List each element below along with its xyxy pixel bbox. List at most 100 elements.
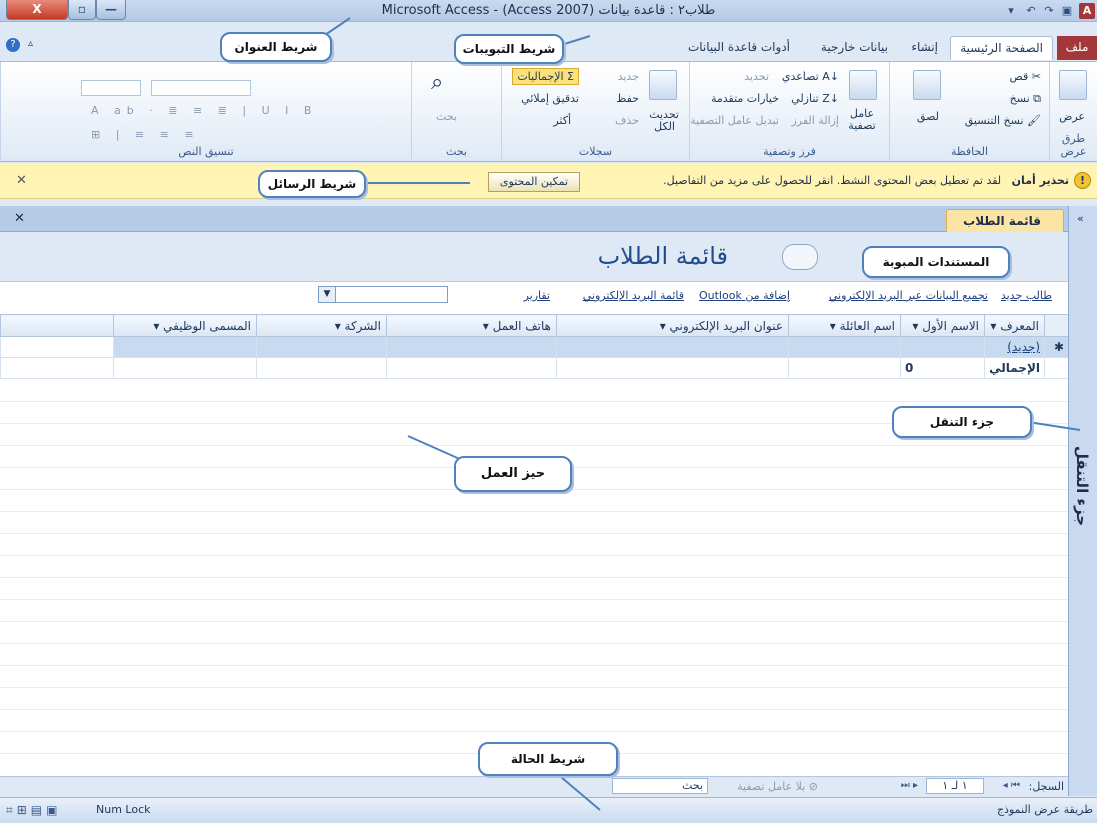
refresh-all-label[interactable]: الكل bbox=[654, 120, 675, 133]
remove-sort-button[interactable]: إزالة الفرز bbox=[791, 114, 839, 127]
status-view-text: طريقة عرض النموذج bbox=[996, 803, 1093, 816]
document-tabs: ✕ قائمة الطلاب bbox=[0, 206, 1068, 232]
column-header-company[interactable]: الشركة ▾ bbox=[256, 314, 387, 337]
format-painter-button[interactable]: 🖌 نسخ التنسيق bbox=[965, 114, 1041, 127]
datasheet: المعرف ▾ الاسم الأول ▾ اسم العائلة ▾ عنو… bbox=[0, 314, 1068, 764]
refresh-icon[interactable] bbox=[649, 70, 677, 100]
column-header-work-phone[interactable]: هاتف العمل ▾ bbox=[386, 314, 557, 337]
link-collect-email[interactable]: تجميع البيانات عبر البريد الإلكتروني bbox=[829, 289, 988, 302]
total-value: 0 bbox=[900, 357, 985, 379]
new-record-cell[interactable]: (جديد) bbox=[984, 336, 1045, 358]
enable-content-button[interactable]: تمكين المحتوى bbox=[488, 172, 580, 192]
group-label-clipboard: الحافظة bbox=[950, 145, 989, 158]
align-buttons[interactable]: ⊞ | ≡ ≡ ≡ bbox=[91, 128, 200, 141]
filter-icon[interactable] bbox=[849, 70, 877, 100]
callout-nav-pane: جزء التنقل bbox=[892, 406, 1032, 438]
first-record-icon[interactable]: ⏮ ◂ bbox=[1003, 780, 1020, 791]
navigation-pane[interactable]: « جزء التنقل bbox=[1068, 206, 1097, 796]
close-message-icon[interactable]: ✕ bbox=[16, 173, 27, 188]
save-icon[interactable]: ▣ bbox=[1059, 3, 1075, 19]
select-all-cell[interactable] bbox=[1044, 314, 1068, 337]
font-family-select[interactable] bbox=[151, 80, 251, 96]
callout-tabs-bar: شريط التبويبات bbox=[454, 34, 564, 64]
column-header-email[interactable]: عنوان البريد الإلكتروني ▾ bbox=[556, 314, 789, 337]
save-record-button[interactable]: حفظ bbox=[616, 92, 639, 105]
callout-status-bar: شريط الحالة bbox=[478, 742, 618, 776]
find-button[interactable]: بحث bbox=[436, 110, 457, 123]
font-size-select[interactable] bbox=[81, 80, 141, 96]
doctab-students[interactable]: قائمة الطلاب bbox=[946, 209, 1064, 232]
sort-descending-icon: ↓Z bbox=[818, 92, 839, 105]
search-input[interactable]: بحث bbox=[612, 778, 708, 794]
no-filter-button[interactable]: ⊘ بلا عامل تصفية bbox=[737, 780, 818, 793]
binoculars-icon[interactable]: ⌕ bbox=[431, 70, 459, 100]
table-row-new[interactable]: ✱ (جديد) bbox=[0, 336, 1068, 358]
message-text: تحذير أمان لقد تم تعطيل بعض المحتوى النش… bbox=[663, 174, 1069, 187]
format-painter-icon: 🖌 bbox=[1023, 114, 1041, 127]
group-label-views: طرق عرض bbox=[1060, 132, 1087, 158]
close-document-icon[interactable]: ✕ bbox=[14, 211, 25, 226]
form-title: قائمة الطلاب bbox=[597, 242, 728, 270]
column-header-id[interactable]: المعرف ▾ bbox=[984, 314, 1045, 337]
record-position-input[interactable]: ١ لـ ١ bbox=[926, 778, 984, 794]
reports-combo[interactable]: ▼ bbox=[318, 286, 448, 303]
column-header-last-name[interactable]: اسم العائلة ▾ bbox=[788, 314, 901, 337]
link-reports[interactable]: تقارير bbox=[524, 289, 550, 302]
total-label: الإجمالي bbox=[984, 357, 1045, 379]
tab-file[interactable]: ملف bbox=[1057, 36, 1097, 60]
callout-work-area: حيز العمل bbox=[454, 456, 572, 492]
totals-button[interactable]: Σ الإجماليات bbox=[512, 68, 579, 85]
link-new-student[interactable]: طالب جديد bbox=[1001, 289, 1052, 302]
column-header-job-title[interactable]: المسمى الوظيفي ▾ bbox=[113, 314, 257, 337]
callout-title-bar: شريط العنوان bbox=[220, 32, 332, 62]
tab-database-tools[interactable]: أدوات قاعدة البيانات bbox=[679, 36, 799, 60]
tab-create[interactable]: إنشاء bbox=[902, 36, 947, 60]
format-buttons[interactable]: A ab · ≣ ≡ ≣ | U I B bbox=[91, 104, 317, 117]
advanced-button[interactable]: خيارات متقدمة bbox=[711, 92, 779, 105]
redo-icon[interactable]: ↷ bbox=[1041, 3, 1057, 19]
new-record-button[interactable]: جديد bbox=[618, 70, 639, 83]
filter-button[interactable]: عامل تصفية bbox=[847, 108, 877, 132]
ascending-button[interactable]: ↓A تصاعدي bbox=[782, 70, 839, 83]
delete-record-button[interactable]: حذف bbox=[615, 114, 639, 127]
group-label-sort-filter: فرز وتصفية bbox=[763, 145, 816, 158]
column-header-first-name[interactable]: الاسم الأول ▾ bbox=[900, 314, 985, 337]
tab-external-data[interactable]: بيانات خارجية bbox=[812, 36, 897, 60]
paste-icon[interactable] bbox=[913, 70, 941, 100]
chevron-down-icon[interactable]: ▼ bbox=[319, 287, 336, 302]
view-switch-icons[interactable]: ⌗⊞▤▣ bbox=[6, 803, 62, 818]
group-find: ⌕ بحث بحث bbox=[411, 62, 501, 160]
form-links: طالب جديد تجميع البيانات عبر البريد الإل… bbox=[0, 284, 1068, 308]
expand-nav-icon[interactable]: « bbox=[1077, 212, 1084, 225]
next-record-icon[interactable]: ▸ ⏭ bbox=[901, 780, 918, 791]
group-clipboard: لصق ✂ قص ⧉ نسخ 🖌 نسخ التنسيق الحافظة bbox=[889, 62, 1049, 160]
more-button[interactable]: أكثر bbox=[553, 114, 571, 127]
link-add-outlook[interactable]: إضافة من Outlook bbox=[699, 289, 790, 302]
table-header-row: المعرف ▾ الاسم الأول ▾ اسم العائلة ▾ عنو… bbox=[0, 314, 1068, 337]
record-label: السجل: bbox=[1028, 780, 1064, 793]
spelling-button[interactable]: تدقيق إملائي bbox=[521, 92, 579, 105]
customize-qat-icon[interactable]: ▾ bbox=[1003, 3, 1019, 19]
help-icon[interactable]: ? bbox=[6, 38, 20, 52]
nav-pane-label[interactable]: جزء التنقل bbox=[1073, 446, 1091, 526]
view-button[interactable]: عرض bbox=[1059, 110, 1085, 123]
paste-button[interactable]: لصق bbox=[917, 110, 939, 123]
message-bar: ! تحذير أمان لقد تم تعطيل بعض المحتوى ال… bbox=[0, 163, 1097, 199]
no-filter-icon: ⊘ bbox=[805, 780, 818, 793]
undo-icon[interactable]: ↶ bbox=[1023, 3, 1039, 19]
cut-button[interactable]: ✂ قص bbox=[1010, 70, 1041, 83]
callout-message-bar: شريط الرسائل bbox=[258, 170, 366, 198]
toggle-filter-button[interactable]: تبديل عامل التصفية bbox=[690, 114, 779, 127]
status-bar: طريقة عرض النموذج Num Lock ⌗⊞▤▣ bbox=[0, 797, 1097, 823]
cut-icon: ✂ bbox=[1028, 70, 1041, 83]
descending-button[interactable]: ↓Z تنازلي bbox=[791, 92, 839, 105]
copy-button[interactable]: ⧉ نسخ bbox=[1010, 92, 1041, 106]
window-title: Microsoft Access - (Access 2007) طلاب٢ :… bbox=[381, 3, 716, 18]
link-email-list[interactable]: قائمة البريد الإلكتروني bbox=[583, 289, 684, 302]
minimize-ribbon-icon[interactable]: ▵ bbox=[28, 38, 33, 49]
selection-button[interactable]: تحديد bbox=[744, 70, 769, 83]
record-navigator: السجل: ⏮ ◂ ١ لـ ١ ▸ ⏭ ⊘ بلا عامل تصفية ب… bbox=[0, 776, 1068, 796]
copy-icon: ⧉ bbox=[1029, 92, 1041, 105]
view-icon[interactable] bbox=[1059, 70, 1087, 100]
tab-home[interactable]: الصفحة الرئيسية bbox=[950, 36, 1053, 60]
